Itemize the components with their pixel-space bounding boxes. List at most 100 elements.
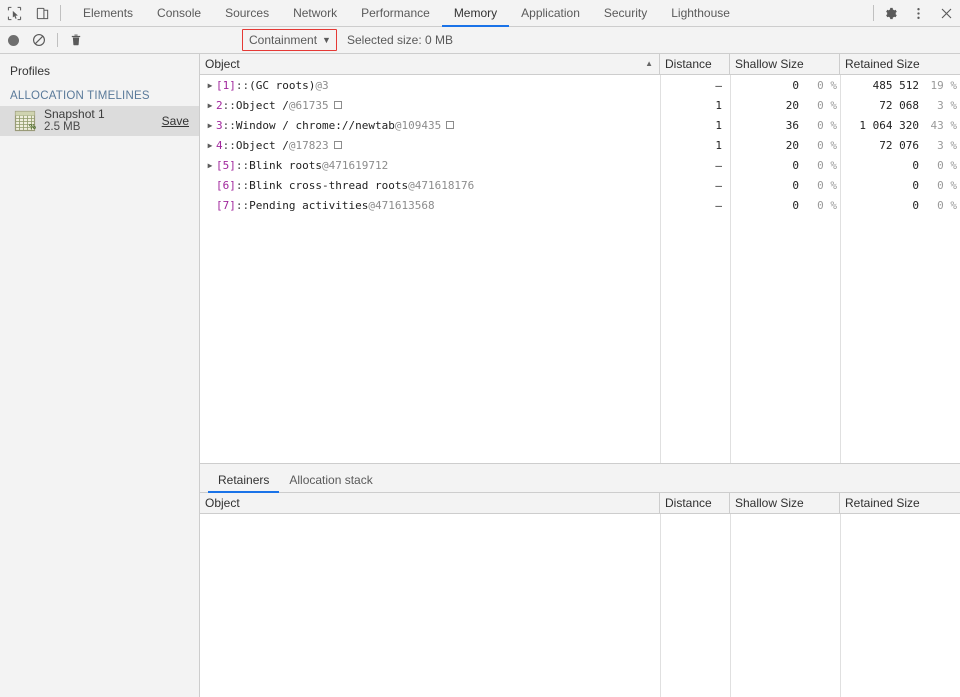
retainers-column-header-object-label: Object bbox=[205, 496, 240, 510]
cell-object: ▶ 3 :: Window / chrome://newtab @109435 bbox=[200, 115, 660, 135]
tab-lighthouse[interactable]: Lighthouse bbox=[659, 0, 742, 26]
tab-performance-label: Performance bbox=[361, 6, 430, 20]
shallow-size-value: 36 bbox=[785, 118, 799, 132]
shallow-size-percent: 0 % bbox=[817, 78, 837, 92]
object-name: Window / chrome://newtab bbox=[235, 118, 395, 132]
reveal-in-summary-icon[interactable] bbox=[446, 121, 455, 129]
tab-application-label: Application bbox=[521, 6, 580, 20]
tab-elements[interactable]: Elements bbox=[71, 0, 145, 26]
column-header-object[interactable]: Object ▲ bbox=[200, 54, 660, 74]
object-index: [5] bbox=[216, 158, 236, 172]
column-header-distance-label: Distance bbox=[665, 57, 712, 71]
cell-object: ▶ [5] :: Blink roots @471619712 bbox=[200, 155, 660, 175]
shallow-size-percent: 0 % bbox=[817, 118, 837, 132]
cell-distance: 1 bbox=[715, 138, 722, 152]
table-row[interactable]: ▶ [1] :: (GC roots) @3 – 0 0 % 485 512 19 % bbox=[200, 75, 960, 95]
close-icon[interactable] bbox=[932, 0, 960, 26]
tab-allocation-stack[interactable]: Allocation stack bbox=[279, 468, 382, 492]
cell-retained-size: 0 0 % bbox=[840, 195, 960, 215]
kebab-menu-icon[interactable] bbox=[904, 0, 932, 26]
device-toolbar-icon[interactable] bbox=[28, 0, 56, 26]
tab-retainers[interactable]: Retainers bbox=[208, 468, 280, 493]
chevron-down-icon: ▼ bbox=[322, 34, 331, 45]
memory-toolbar: Containment ▼ Selected size: 0 MB bbox=[0, 27, 960, 54]
retainers-grid-body[interactable] bbox=[200, 514, 960, 697]
record-circle-icon[interactable] bbox=[0, 27, 26, 53]
column-header-shallow-size[interactable]: Shallow Size bbox=[730, 54, 840, 74]
column-header-retained-size[interactable]: Retained Size bbox=[840, 54, 960, 74]
memory-panel-body: Profiles ALLOCATION TIMELINES % Snapshot… bbox=[0, 54, 960, 697]
cell-retained-size: 0 0 % bbox=[840, 155, 960, 175]
tab-sources[interactable]: Sources bbox=[213, 0, 281, 26]
disclosure-triangle-icon[interactable]: ▶ bbox=[205, 121, 215, 130]
disclosure-triangle-icon[interactable]: ▶ bbox=[205, 141, 215, 150]
cell-shallow-size: 20 0 % bbox=[730, 135, 840, 155]
cell-shallow-size: 36 0 % bbox=[730, 115, 840, 135]
retained-size-value: 1 064 320 bbox=[859, 118, 919, 132]
object-id: @109435 bbox=[394, 118, 442, 132]
tab-retainers-label: Retainers bbox=[218, 473, 270, 487]
shallow-size-value: 0 bbox=[792, 78, 799, 92]
inspect-cursor-icon-svg bbox=[7, 6, 21, 20]
retained-size-value: 72 076 bbox=[879, 138, 919, 152]
cell-distance: – bbox=[715, 198, 722, 212]
trash-icon-svg bbox=[71, 34, 81, 46]
snapshot-save-link[interactable]: Save bbox=[162, 114, 189, 128]
tab-performance[interactable]: Performance bbox=[349, 0, 442, 26]
sidebar-item-snapshot-1[interactable]: % Snapshot 1 2.5 MB Save bbox=[0, 106, 199, 136]
retainers-grid-header: Object Distance Shallow Size Retained Si… bbox=[200, 493, 960, 514]
object-id: @3 bbox=[315, 78, 329, 92]
shallow-size-value: 0 bbox=[792, 178, 799, 192]
disclosure-triangle-icon[interactable]: ▶ bbox=[205, 161, 215, 170]
retainers-column-header-distance[interactable]: Distance bbox=[660, 493, 730, 513]
disclosure-triangle-icon[interactable]: ▶ bbox=[205, 81, 215, 90]
cell-retained-size: 485 512 19 % bbox=[840, 75, 960, 95]
table-row[interactable]: ▶ 2 :: Object / @61735 1 20 0 % 72 068 3 % bbox=[200, 95, 960, 115]
tab-memory[interactable]: Memory bbox=[441, 0, 510, 27]
table-row[interactable]: ▶[7] :: Pending activities @471613568–00… bbox=[200, 195, 960, 215]
object-separator: :: bbox=[235, 198, 250, 212]
retained-size-value: 72 068 bbox=[879, 98, 919, 112]
column-header-object-label: Object bbox=[205, 57, 240, 71]
shallow-size-value: 20 bbox=[785, 138, 799, 152]
trash-icon[interactable] bbox=[63, 27, 89, 53]
disclosure-triangle-icon[interactable]: ▶ bbox=[205, 101, 215, 110]
retainers-column-divider-1 bbox=[660, 514, 661, 697]
tab-network-label: Network bbox=[293, 6, 338, 20]
cell-distance: – bbox=[715, 78, 722, 92]
column-header-distance[interactable]: Distance bbox=[660, 54, 730, 74]
retainers-column-header-distance-label: Distance bbox=[665, 496, 712, 510]
table-row[interactable]: ▶ 4 :: Object / @17823 1 20 0 % 72 076 3 % bbox=[200, 135, 960, 155]
table-row[interactable]: ▶ 3 :: Window / chrome://newtab @109435 1 3… bbox=[200, 115, 960, 135]
shallow-size-value: 20 bbox=[785, 98, 799, 112]
retained-size-value: 485 512 bbox=[872, 78, 919, 92]
tab-network[interactable]: Network bbox=[281, 0, 349, 26]
close-icon-svg bbox=[941, 8, 951, 18]
snapshot-name: Snapshot 1 bbox=[44, 107, 105, 121]
gear-icon[interactable] bbox=[876, 0, 904, 26]
tab-lighthouse-label: Lighthouse bbox=[671, 6, 730, 20]
retainers-column-header-retained-size[interactable]: Retained Size bbox=[840, 493, 960, 513]
object-separator: :: bbox=[235, 178, 250, 192]
retained-size-percent: 0 % bbox=[937, 178, 957, 192]
record-dot bbox=[7, 34, 19, 46]
retained-size-percent: 0 % bbox=[937, 198, 957, 212]
tab-console[interactable]: Console bbox=[145, 0, 213, 26]
inspect-cursor-icon[interactable] bbox=[0, 0, 28, 26]
tab-console-label: Console bbox=[157, 6, 202, 20]
cell-distance: 1 bbox=[715, 98, 722, 112]
retainers-column-header-object[interactable]: Object bbox=[200, 493, 660, 513]
tab-application[interactable]: Application bbox=[509, 0, 592, 26]
object-name: Pending activities bbox=[249, 198, 369, 212]
table-row[interactable]: ▶ [5] :: Blink roots @471619712 – 0 0 % 0 0 % bbox=[200, 155, 960, 175]
no-entry-icon[interactable] bbox=[26, 27, 52, 53]
table-row[interactable]: ▶[6] :: Blink cross-thread roots @471618… bbox=[200, 175, 960, 195]
column-header-retained-size-label: Retained Size bbox=[845, 57, 920, 71]
reveal-in-summary-icon[interactable] bbox=[333, 101, 342, 109]
retainers-column-header-shallow-size[interactable]: Shallow Size bbox=[730, 493, 840, 513]
heap-grid-body[interactable]: ▶ [1] :: (GC roots) @3–0 0 % 485 512 19 % ▶ 2 :… bbox=[200, 75, 960, 463]
object-index: 3 bbox=[216, 118, 223, 132]
reveal-in-summary-icon[interactable] bbox=[333, 141, 342, 149]
tab-security[interactable]: Security bbox=[592, 0, 659, 26]
view-mode-select[interactable]: Containment ▼ bbox=[242, 29, 337, 51]
